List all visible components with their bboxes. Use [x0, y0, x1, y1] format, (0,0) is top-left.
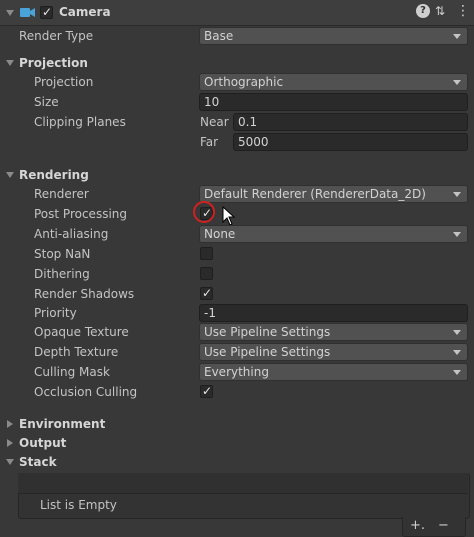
- chevron-down-icon: [453, 192, 461, 197]
- render-type-value: Base: [204, 29, 234, 43]
- chevron-down-icon: [453, 350, 461, 355]
- checkmark-icon: ✓: [42, 5, 53, 19]
- projection-section-title[interactable]: Projection: [19, 55, 88, 71]
- collapse-arrow-icon[interactable]: [6, 10, 14, 16]
- checkmark-icon: ✓: [202, 286, 213, 300]
- presets-icon[interactable]: ⇅: [435, 3, 445, 19]
- renderer-label: Renderer: [34, 187, 89, 201]
- highlight-circle: [193, 201, 215, 223]
- component-title: Camera: [59, 5, 111, 19]
- render-shadows-checkbox[interactable]: ✓: [200, 286, 213, 300]
- size-label: Size: [34, 95, 59, 109]
- cursor-icon: [222, 206, 236, 226]
- opaque-texture-value: Use Pipeline Settings: [204, 325, 331, 339]
- remove-icon[interactable]: −: [438, 518, 449, 534]
- checkmark-icon: ✓: [202, 384, 213, 398]
- renderer-value: Default Renderer (RendererData_2D): [204, 187, 426, 201]
- culling-mask-label: Culling Mask: [34, 365, 110, 379]
- stop-nan-checkbox[interactable]: [200, 247, 213, 260]
- clipping-planes-label: Clipping Planes: [34, 115, 126, 129]
- rendering-foldout-icon[interactable]: [6, 172, 14, 178]
- camera-icon: [20, 8, 35, 17]
- priority-label: Priority: [34, 306, 77, 320]
- near-field[interactable]: 0.1: [233, 113, 468, 131]
- post-processing-label: Post Processing: [34, 207, 127, 221]
- environment-section-title[interactable]: Environment: [19, 416, 105, 432]
- projection-dropdown[interactable]: Orthographic: [199, 73, 468, 91]
- dithering-label: Dithering: [34, 267, 90, 281]
- culling-mask-dropdown[interactable]: Everything: [199, 363, 468, 381]
- render-shadows-label: Render Shadows: [34, 287, 135, 301]
- stack-empty-text: List is Empty: [40, 498, 117, 512]
- chevron-down-icon: [453, 80, 461, 85]
- occlusion-culling-label: Occlusion Culling: [34, 385, 138, 399]
- stack-foldout-icon[interactable]: [6, 459, 14, 465]
- render-type-label: Render Type: [19, 29, 94, 43]
- opaque-texture-dropdown[interactable]: Use Pipeline Settings: [199, 323, 468, 341]
- near-label: Near: [200, 115, 229, 129]
- environment-foldout-icon[interactable]: [7, 420, 13, 428]
- priority-field[interactable]: -1: [199, 304, 468, 322]
- depth-texture-dropdown[interactable]: Use Pipeline Settings: [199, 343, 468, 361]
- renderer-dropdown[interactable]: Default Renderer (RendererData_2D): [199, 185, 468, 203]
- projection-foldout-icon[interactable]: [6, 60, 14, 66]
- projection-label: Projection: [34, 75, 94, 89]
- culling-mask-value: Everything: [204, 365, 269, 379]
- stack-list-header: [18, 473, 468, 494]
- anti-aliasing-value: None: [204, 227, 236, 241]
- projection-value: Orthographic: [204, 75, 284, 89]
- dithering-checkbox[interactable]: [200, 267, 213, 280]
- rendering-section-title[interactable]: Rendering: [19, 167, 89, 183]
- chevron-down-icon: [453, 232, 461, 237]
- occlusion-culling-checkbox[interactable]: ✓: [200, 384, 213, 398]
- anti-aliasing-label: Anti-aliasing: [34, 227, 109, 241]
- add-icon[interactable]: +.: [410, 518, 425, 534]
- far-label: Far: [200, 135, 219, 149]
- component-enabled-checkbox[interactable]: ✓: [40, 5, 53, 19]
- output-foldout-icon[interactable]: [7, 439, 13, 447]
- opaque-texture-label: Opaque Texture: [34, 325, 129, 339]
- anti-aliasing-dropdown[interactable]: None: [199, 225, 468, 243]
- more-icon[interactable]: ⋮: [456, 3, 470, 19]
- output-section-title[interactable]: Output: [19, 435, 66, 451]
- stop-nan-label: Stop NaN: [34, 247, 91, 261]
- chevron-down-icon: [453, 330, 461, 335]
- chevron-down-icon: [453, 370, 461, 375]
- stack-section-title[interactable]: Stack: [19, 454, 57, 470]
- size-field[interactable]: 10: [199, 93, 468, 111]
- render-type-dropdown[interactable]: Base: [199, 27, 468, 45]
- chevron-down-icon: [453, 34, 461, 39]
- help-icon[interactable]: ?: [416, 4, 430, 18]
- depth-texture-value: Use Pipeline Settings: [204, 345, 331, 359]
- far-field[interactable]: 5000: [233, 133, 468, 151]
- depth-texture-label: Depth Texture: [34, 345, 119, 359]
